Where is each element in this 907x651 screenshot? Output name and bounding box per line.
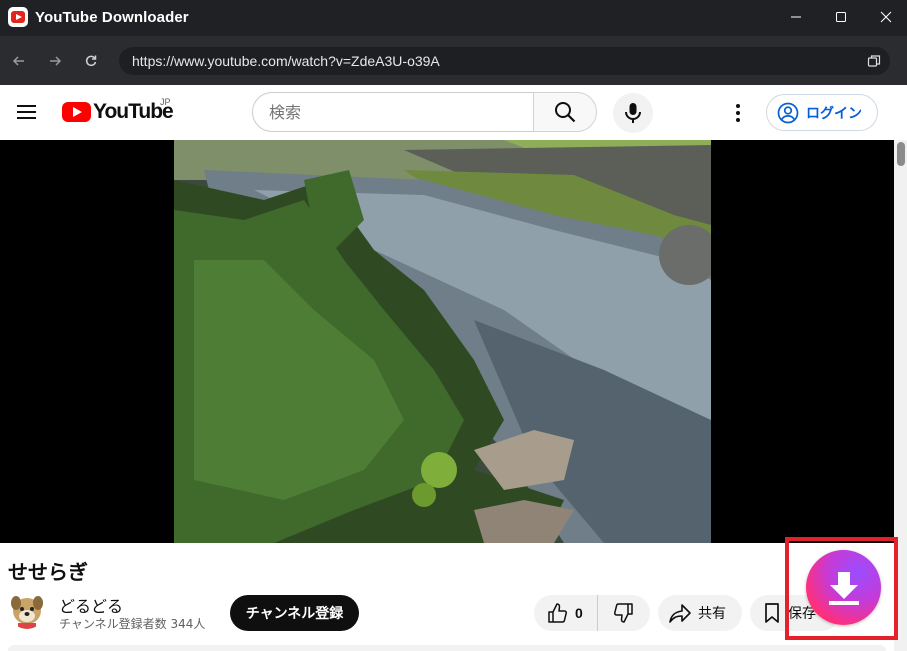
like-count: 0	[575, 605, 583, 621]
dog-avatar-icon	[8, 591, 46, 629]
minimize-icon[interactable]	[773, 0, 819, 34]
search-icon	[555, 102, 576, 123]
dislike-button[interactable]	[598, 595, 650, 631]
subscriber-count: チャンネル登録者数 344人	[59, 617, 206, 631]
video-frame[interactable]	[174, 140, 711, 543]
subscribe-button[interactable]: チャンネル登録	[230, 595, 359, 631]
window-titlebar: YouTube Downloader	[0, 0, 907, 36]
channel-avatar[interactable]	[8, 591, 46, 629]
video-thumbnail-stream	[174, 140, 711, 543]
like-button[interactable]: 0	[534, 595, 598, 631]
youtube-logo[interactable]: YouTube	[62, 99, 174, 125]
search-box[interactable]	[252, 92, 534, 132]
more-options-icon[interactable]	[729, 104, 747, 122]
youtube-header: YouTube JP ログイン	[0, 85, 907, 140]
voice-search-button[interactable]	[613, 93, 653, 133]
login-button[interactable]: ログイン	[766, 94, 878, 131]
download-icon	[828, 571, 859, 605]
download-button[interactable]	[806, 550, 881, 625]
forward-arrow-icon[interactable]	[45, 51, 65, 71]
menu-icon[interactable]	[17, 103, 37, 121]
account-icon	[777, 102, 799, 123]
video-player[interactable]	[0, 140, 894, 543]
login-label: ログイン	[806, 105, 862, 122]
close-icon[interactable]	[863, 0, 907, 34]
back-arrow-icon[interactable]	[9, 51, 29, 71]
share-label: 共有	[698, 606, 726, 622]
thumbs-down-icon	[613, 603, 633, 623]
youtube-play-icon	[62, 102, 91, 122]
window-title: YouTube Downloader	[35, 9, 189, 26]
youtube-downloader-app-icon	[8, 7, 28, 27]
scrollbar-thumb[interactable]	[897, 142, 905, 166]
reload-icon[interactable]	[81, 51, 101, 71]
microphone-icon	[625, 103, 641, 123]
bookmark-icon	[765, 603, 779, 623]
thumbs-up-icon	[548, 603, 568, 623]
region-label: JP	[160, 97, 171, 107]
like-dislike-group: 0	[534, 595, 650, 631]
maximize-icon[interactable]	[818, 0, 864, 34]
share-button[interactable]: 共有	[658, 595, 742, 631]
video-title: せせらぎ	[8, 560, 88, 584]
search-button[interactable]	[533, 92, 597, 132]
share-icon	[669, 604, 691, 623]
search-input[interactable]	[269, 103, 519, 122]
url-bar[interactable]: https://www.youtube.com/watch?v=ZdeA3U-o…	[119, 47, 890, 75]
copy-icon[interactable]	[867, 54, 881, 68]
description-box-edge	[8, 645, 886, 651]
url-text[interactable]: https://www.youtube.com/watch?v=ZdeA3U-o…	[132, 53, 440, 69]
channel-name[interactable]: どるどる	[59, 593, 123, 617]
